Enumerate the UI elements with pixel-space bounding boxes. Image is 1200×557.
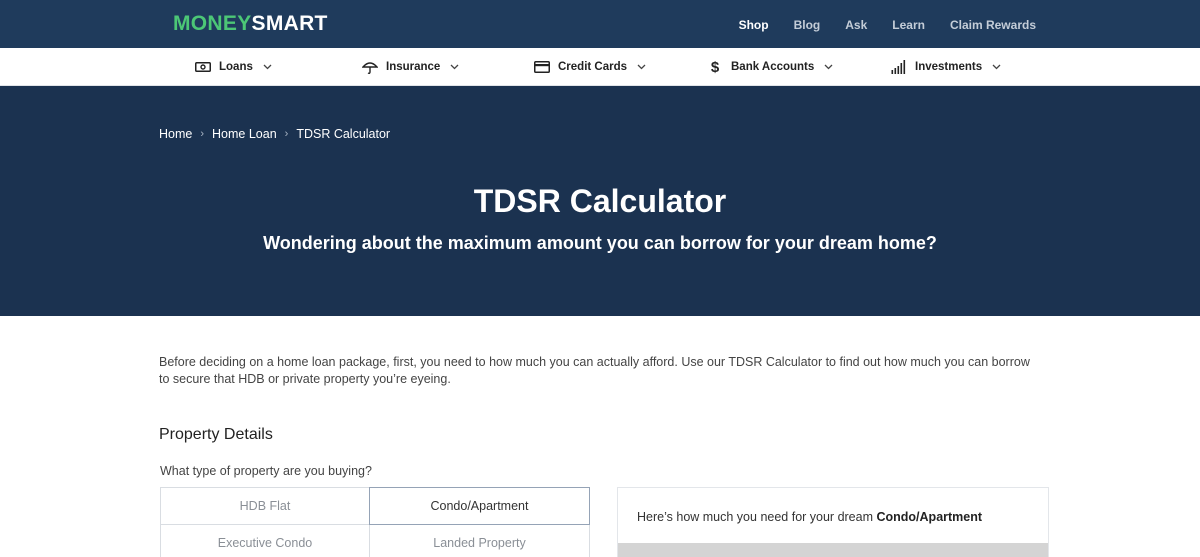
moneysmart-logo[interactable]: MONEYSMART bbox=[173, 12, 328, 36]
top-nav-shop[interactable]: Shop bbox=[739, 17, 769, 33]
category-investments-label: Investments bbox=[915, 61, 983, 73]
breadcrumb-home-loan[interactable]: Home Loan bbox=[212, 127, 277, 141]
top-nav-learn[interactable]: Learn bbox=[892, 17, 925, 33]
category-bank-accounts-label: Bank Accounts bbox=[731, 61, 815, 73]
top-nav-claim-rewards[interactable]: Claim Rewards bbox=[950, 17, 1036, 33]
chevron-down-icon bbox=[824, 62, 834, 72]
chevron-down-icon bbox=[992, 62, 1002, 72]
breadcrumb-separator-icon: › bbox=[284, 128, 289, 140]
result-property-type: Condo/Apartment bbox=[876, 510, 983, 524]
top-header: MONEYSMART Shop Blog Ask Learn Claim Rew… bbox=[0, 0, 1200, 48]
breadcrumb-separator-icon: › bbox=[200, 128, 205, 140]
top-nav-blog[interactable]: Blog bbox=[794, 17, 821, 33]
category-insurance[interactable]: Insurance bbox=[361, 48, 460, 86]
page-subtitle: Wondering about the maximum amount you c… bbox=[263, 233, 937, 253]
option-condo-apartment[interactable]: Condo/Apartment bbox=[369, 487, 590, 525]
chevron-down-icon bbox=[450, 62, 460, 72]
option-landed-property[interactable]: Landed Property bbox=[369, 524, 590, 557]
chevron-down-icon bbox=[263, 62, 273, 72]
category-loans[interactable]: Loans bbox=[194, 48, 273, 86]
category-loans-label: Loans bbox=[219, 61, 253, 73]
option-executive-condo[interactable]: Executive Condo bbox=[160, 524, 370, 557]
intro-text: Before deciding on a home loan package, … bbox=[159, 355, 1030, 386]
logo-smart: SMART bbox=[251, 12, 328, 35]
category-credit-cards[interactable]: Credit Cards bbox=[533, 48, 647, 86]
section-title-property-details: Property Details bbox=[159, 426, 273, 443]
option-hdb-flat[interactable]: HDB Flat bbox=[160, 487, 370, 525]
category-investments[interactable]: Investments bbox=[890, 48, 1002, 86]
dollar-icon: $ bbox=[710, 58, 720, 76]
hero-banner: Home › Home Loan › TDSR Calculator TDSR … bbox=[0, 86, 1200, 316]
breadcrumb: Home › Home Loan › TDSR Calculator bbox=[159, 127, 390, 141]
result-value-area bbox=[618, 543, 1048, 557]
result-prefix: Here’s how much you need for your dream bbox=[637, 510, 877, 524]
logo-money: MONEY bbox=[173, 12, 252, 35]
bar-signal-icon bbox=[890, 58, 908, 76]
category-insurance-label: Insurance bbox=[386, 61, 441, 73]
credit-card-icon bbox=[533, 58, 551, 76]
category-bank-accounts[interactable]: $ Bank Accounts bbox=[706, 48, 834, 86]
breadcrumb-home[interactable]: Home bbox=[159, 127, 192, 141]
breadcrumb-current: TDSR Calculator bbox=[296, 127, 391, 141]
result-card: Here’s how much you need for your dream … bbox=[617, 487, 1049, 557]
chevron-down-icon bbox=[637, 62, 647, 72]
banknote-icon bbox=[194, 58, 212, 76]
category-credit-cards-label: Credit Cards bbox=[558, 61, 628, 73]
property-type-question: What type of property are you buying? bbox=[160, 464, 372, 478]
umbrella-icon bbox=[361, 58, 379, 76]
top-nav-ask[interactable]: Ask bbox=[845, 17, 867, 33]
top-nav: Shop Blog Ask Learn Claim Rewards bbox=[739, 17, 1036, 33]
result-heading: Here’s how much you need for your dream … bbox=[637, 510, 982, 524]
page-title: TDSR Calculator bbox=[473, 183, 727, 219]
category-nav: Loans Insurance Credit Cards $ Bank Acco… bbox=[0, 48, 1200, 86]
